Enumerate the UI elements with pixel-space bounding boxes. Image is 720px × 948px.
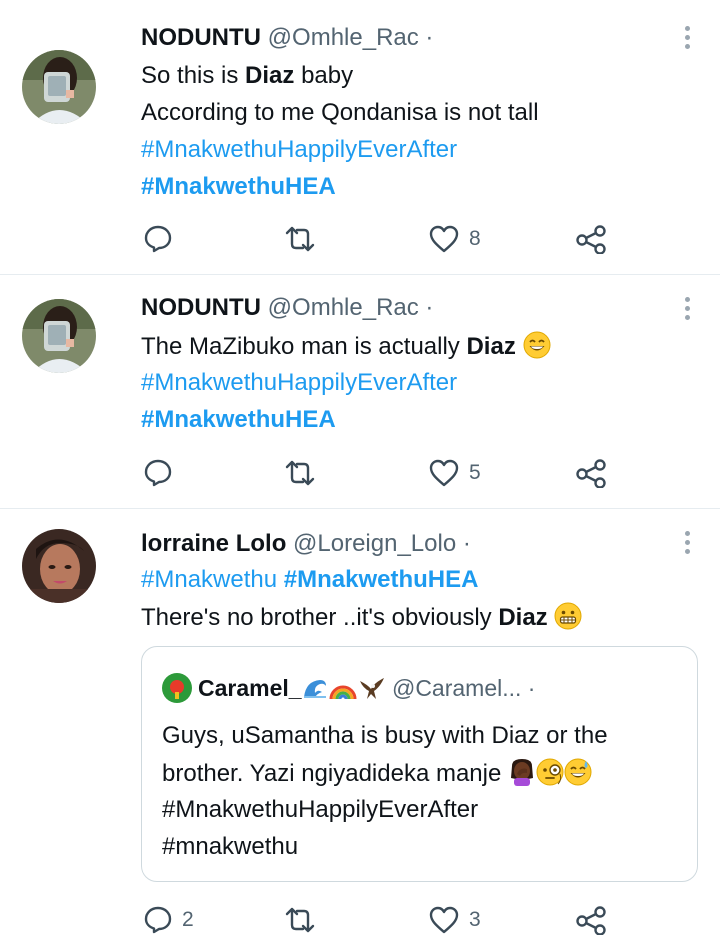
- quoted-text-line: #mnakwethu: [162, 833, 299, 860]
- like-count: 3: [469, 908, 481, 931]
- hashtag-link[interactable]: #MnakwethuHappilyEverAfter: [141, 369, 457, 396]
- avatar[interactable]: [22, 299, 96, 373]
- tweet[interactable]: NODUNTU @Omhle_Rac · So this is Diaz bab…: [0, 0, 720, 274]
- hashtag-link[interactable]: #Mnakwethu: [141, 566, 277, 593]
- rainbow-icon: [328, 675, 358, 701]
- retweet-icon: [284, 224, 316, 254]
- like-count: 5: [469, 461, 481, 484]
- reply-count: 2: [182, 908, 194, 931]
- retweet-icon: [284, 458, 316, 488]
- hashtag-link[interactable]: #MnakwethuHEA: [141, 406, 336, 433]
- quoted-user-handle[interactable]: @Caramel...: [392, 675, 521, 701]
- reply-button[interactable]: 2: [143, 903, 194, 937]
- share-button[interactable]: [575, 222, 607, 256]
- heart-icon: [428, 224, 460, 254]
- separator-dot: ·: [527, 675, 536, 701]
- share-button[interactable]: [575, 456, 607, 490]
- more-options-icon[interactable]: [684, 297, 692, 324]
- tweet-text-line: According to me Qondanisa is not tall: [141, 99, 539, 126]
- retweet-button[interactable]: [284, 903, 325, 937]
- quoted-text-line: brother. Yazi ngiyadideka manje: [162, 758, 592, 789]
- separator-dot: ·: [425, 294, 434, 321]
- reply-button[interactable]: [143, 456, 182, 490]
- display-name[interactable]: NODUNTU: [141, 294, 261, 321]
- quoted-tweet[interactable]: Caramel_ @Caramel... · Guys, uSamantha i…: [141, 646, 698, 882]
- reply-icon: [143, 905, 173, 935]
- quoted-text-line: #MnakwethuHappilyEverAfter: [162, 796, 479, 823]
- share-icon: [575, 458, 607, 488]
- tweet-text-line: So this is Diaz baby: [141, 62, 354, 89]
- more-options-icon[interactable]: [684, 531, 692, 558]
- tweet-actions: 5: [141, 456, 621, 490]
- tweet-text-line: There's no brother ..it's obviously Diaz: [141, 602, 582, 633]
- separator-dot: ·: [462, 530, 471, 557]
- display-name[interactable]: lorraine Lolo: [141, 530, 286, 557]
- reply-button[interactable]: [143, 222, 182, 256]
- retweet-button[interactable]: [284, 456, 325, 490]
- avatar[interactable]: [22, 529, 96, 603]
- grinning-face-with-sweat-icon: [564, 758, 592, 786]
- heart-icon: [428, 458, 460, 488]
- wave-icon: [302, 675, 328, 701]
- like-button[interactable]: 8: [428, 222, 481, 256]
- reply-icon: [143, 458, 173, 488]
- reply-icon: [143, 224, 173, 254]
- face-with-monocle-icon: [536, 758, 564, 786]
- heart-icon: [428, 905, 460, 935]
- tweet-text-line: The MaZibuko man is actually Diaz: [141, 331, 551, 362]
- more-options-icon[interactable]: [684, 26, 692, 53]
- avatar[interactable]: [22, 50, 96, 124]
- eagle-icon: [358, 675, 386, 701]
- share-icon: [575, 224, 607, 254]
- retweet-button[interactable]: [284, 222, 325, 256]
- grinning-squint-face-icon: [523, 331, 551, 359]
- retweet-icon: [284, 905, 316, 935]
- user-handle[interactable]: @Omhle_Rac: [268, 24, 419, 51]
- separator-dot: ·: [425, 24, 434, 51]
- tweet[interactable]: lorraine Lolo @Loreign_Lolo · #Mnakwethu…: [0, 509, 720, 948]
- quoted-display-name[interactable]: Caramel_: [198, 675, 302, 701]
- hashtag-link[interactable]: #MnakwethuHEA: [141, 173, 336, 200]
- user-handle[interactable]: @Omhle_Rac: [268, 294, 419, 321]
- quoted-text-line: Guys, uSamantha is busy with Diaz or the: [162, 722, 608, 749]
- share-icon: [575, 905, 607, 935]
- share-button[interactable]: [575, 903, 607, 937]
- grimacing-face-icon: [554, 602, 582, 630]
- hashtag-link[interactable]: #MnakwethuHEA: [284, 566, 479, 593]
- hashtag-link[interactable]: #MnakwethuHappilyEverAfter: [141, 136, 457, 163]
- user-handle[interactable]: @Loreign_Lolo: [293, 530, 456, 557]
- display-name[interactable]: NODUNTU: [141, 24, 261, 51]
- quoted-avatar[interactable]: [162, 673, 192, 703]
- tweet-actions: 8: [141, 222, 621, 256]
- like-button[interactable]: 3: [428, 903, 481, 937]
- person-facepalming-icon: [508, 758, 536, 786]
- tweet-actions: 2 3: [141, 903, 621, 937]
- tweet[interactable]: NODUNTU @Omhle_Rac · The MaZibuko man is…: [0, 275, 720, 508]
- like-count: 8: [469, 227, 481, 250]
- like-button[interactable]: 5: [428, 456, 481, 490]
